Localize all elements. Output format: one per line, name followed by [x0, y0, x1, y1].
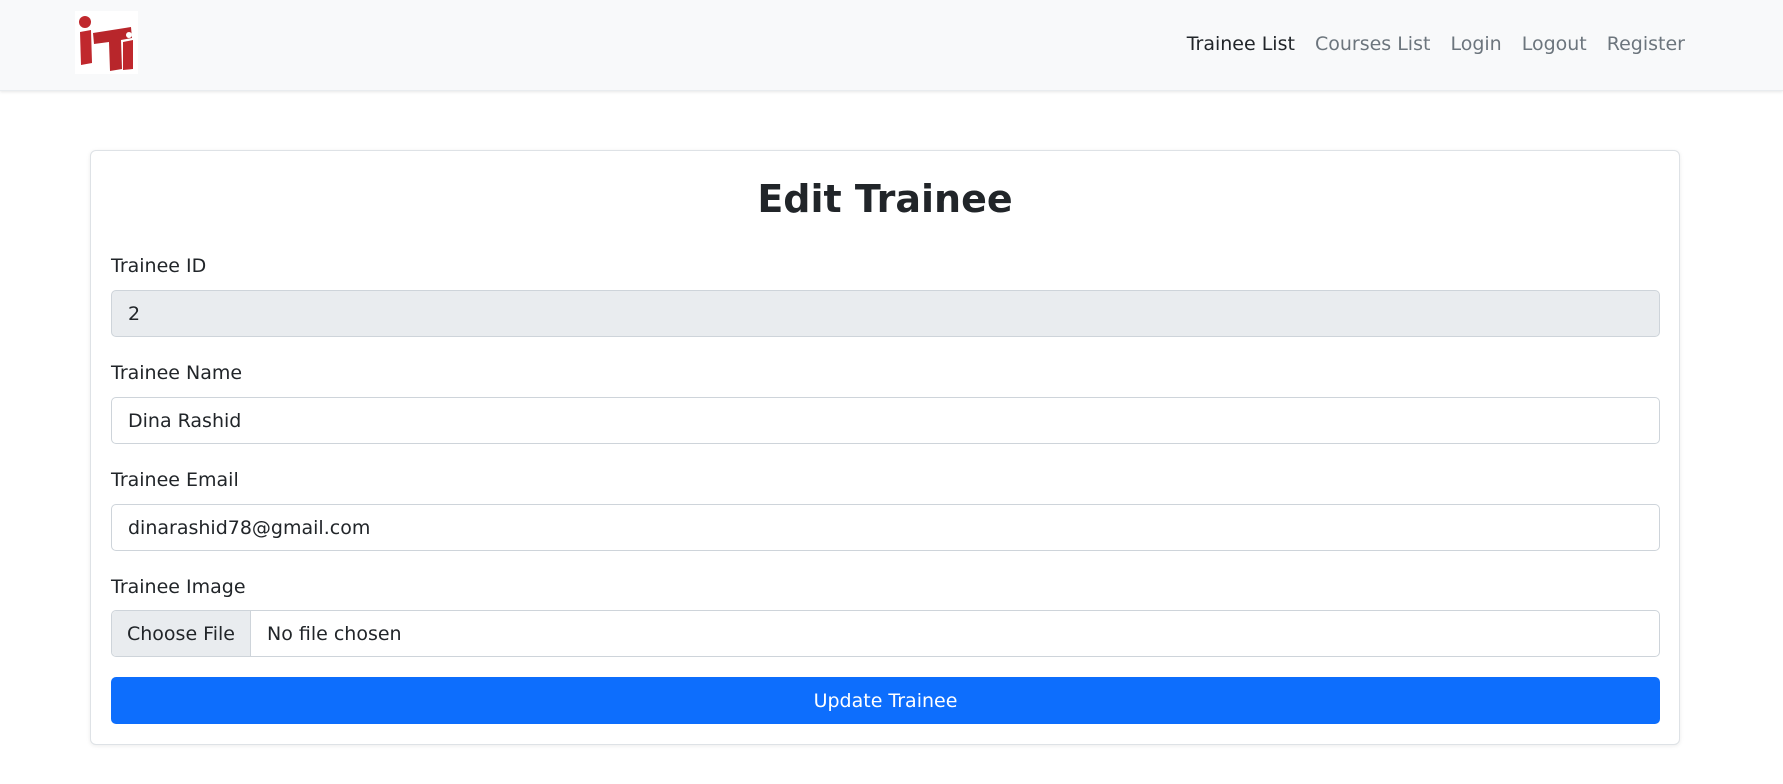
nav-link-register[interactable]: Register	[1607, 30, 1685, 58]
nav-link-logout[interactable]: Logout	[1522, 30, 1587, 58]
trainee-name-label: Trainee Name	[111, 362, 243, 384]
trainee-email-label: Trainee Email	[111, 469, 239, 491]
trainee-email-field[interactable]	[111, 504, 1660, 551]
nav-links: Trainee List Courses List Login Logout R…	[1187, 30, 1685, 58]
iti-logo[interactable]: iTi	[75, 11, 138, 74]
trainee-name-field[interactable]	[111, 397, 1660, 444]
update-trainee-button[interactable]: Update Trainee	[111, 677, 1660, 724]
trainee-id-field	[111, 290, 1660, 337]
page-title: Edit Trainee	[757, 177, 1013, 221]
choose-file-button[interactable]: Choose File	[112, 611, 251, 656]
edit-trainee-card: Edit Trainee Trainee ID Trainee Name Tra…	[90, 150, 1680, 745]
nav-link-courses-list[interactable]: Courses List	[1315, 30, 1430, 58]
trainee-image-label: Trainee Image	[111, 576, 246, 598]
trainee-image-file-input[interactable]: Choose File No file chosen	[111, 610, 1660, 657]
nav-link-trainee-list[interactable]: Trainee List	[1187, 30, 1295, 58]
navbar: iTi Trainee List Courses List Login Logo…	[0, 0, 1783, 91]
nav-link-login[interactable]: Login	[1450, 30, 1501, 58]
file-status-text: No file chosen	[266, 622, 402, 645]
trainee-id-label: Trainee ID	[111, 255, 207, 277]
